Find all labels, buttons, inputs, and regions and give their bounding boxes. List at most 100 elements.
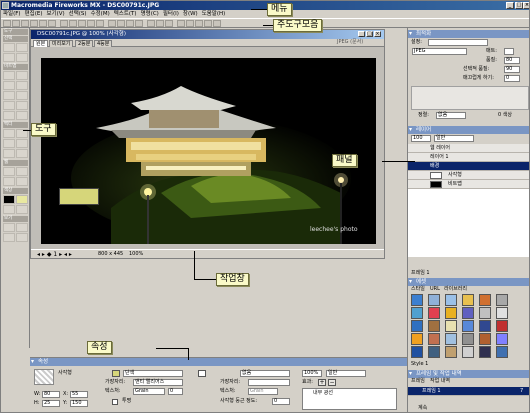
style-swatch[interactable] <box>496 320 508 332</box>
menu-help[interactable]: 도움말(H) <box>200 10 228 18</box>
style-swatch[interactable] <box>479 320 491 332</box>
hand-tool-icon[interactable] <box>3 233 15 242</box>
tab-original[interactable]: 원본 <box>33 40 49 47</box>
doc-minimize-button[interactable]: _ <box>358 31 365 37</box>
tab-styles[interactable]: 스타일 <box>411 286 425 293</box>
flip-vertical-icon[interactable] <box>204 20 212 27</box>
magic-wand-tool-icon[interactable] <box>3 81 15 90</box>
x-input[interactable]: 55 <box>70 391 88 398</box>
style-swatch[interactable] <box>479 333 491 345</box>
selected-rectangle-object[interactable] <box>59 188 99 205</box>
save-icon[interactable] <box>21 20 29 27</box>
lasso-tool-icon[interactable] <box>16 71 28 80</box>
style-swatch[interactable] <box>445 307 457 319</box>
cut-icon[interactable] <box>78 20 86 27</box>
align-icon[interactable] <box>165 20 173 27</box>
new-file-icon[interactable] <box>3 20 11 27</box>
menu-file[interactable]: 파일(F) <box>1 10 23 18</box>
style-swatch[interactable] <box>496 333 508 345</box>
doc-close-button[interactable]: × <box>374 31 381 37</box>
rectangle-tool-icon[interactable] <box>3 139 15 148</box>
fill-color-icon[interactable] <box>16 195 28 204</box>
toolbar-extra-icon[interactable] <box>213 20 221 27</box>
frames-panel-header[interactable]: 프레임 및 작업 내역 <box>408 370 529 378</box>
text-tool-icon[interactable] <box>16 139 28 148</box>
default-colors-icon[interactable] <box>3 205 15 214</box>
layer-opacity-input[interactable]: 100 <box>411 135 431 142</box>
brush-tool-icon[interactable] <box>16 81 28 90</box>
menu-view[interactable]: 보기(V) <box>44 10 66 18</box>
menu-text[interactable]: 텍스트(T) <box>112 10 139 18</box>
layers-panel-header[interactable]: 레이어 <box>408 126 529 134</box>
eyedropper-tool-icon[interactable] <box>3 111 15 120</box>
quality-input[interactable]: 80 <box>504 57 520 64</box>
layer-blend-select[interactable]: 일반 <box>434 135 474 142</box>
sort-select[interactable]: 없음 <box>436 112 466 119</box>
style-swatch[interactable] <box>428 294 440 306</box>
roundness-input[interactable]: 0 <box>272 398 290 405</box>
stroke-color-icon[interactable] <box>3 195 15 204</box>
redo-icon[interactable] <box>69 20 77 27</box>
rotate-right-icon[interactable] <box>186 20 194 27</box>
ungroup-icon[interactable] <box>117 20 125 27</box>
print-icon[interactable] <box>48 20 56 27</box>
edge-select[interactable]: 앤티 앨리어스 <box>133 379 183 386</box>
tab-history[interactable]: 작업 내역 <box>430 378 450 385</box>
tab-frames[interactable]: 프레임 <box>411 378 425 385</box>
style-swatch[interactable] <box>411 346 423 358</box>
w-input[interactable]: 80 <box>42 391 60 398</box>
layer-row[interactable]: 사각형 <box>408 171 529 180</box>
menu-select[interactable]: 선택(S) <box>67 10 89 18</box>
transparent-checkbox[interactable] <box>112 399 118 405</box>
object-blend-select[interactable]: 일반 <box>326 370 366 377</box>
matte-swatch[interactable] <box>504 48 514 55</box>
flip-horizontal-icon[interactable] <box>195 20 203 27</box>
export-icon[interactable] <box>39 20 47 27</box>
h-input[interactable]: 25 <box>42 400 60 407</box>
stroke-type-select[interactable]: 없음 <box>240 370 290 377</box>
eraser-tool-icon[interactable] <box>16 91 28 100</box>
selective-quality-input[interactable]: 90 <box>504 66 520 73</box>
y-input[interactable]: 150 <box>70 400 88 407</box>
join-icon[interactable] <box>126 20 134 27</box>
scale-tool-icon[interactable] <box>3 53 15 62</box>
group-icon[interactable] <box>108 20 116 27</box>
pointer-tool-icon[interactable] <box>3 43 15 52</box>
remove-effect-icon[interactable]: − <box>328 379 336 386</box>
assets-panel-header[interactable]: 에셋 <box>408 278 529 286</box>
menu-edit[interactable]: 편집(E) <box>23 10 45 18</box>
send-back-icon[interactable] <box>156 20 164 27</box>
optimize-panel-header[interactable]: 최적화 <box>408 30 529 38</box>
style-swatch[interactable] <box>428 333 440 345</box>
layer-row[interactable]: 비트맵 <box>408 180 529 189</box>
texture-amount-input[interactable]: 0 <box>168 388 183 395</box>
style-swatch[interactable] <box>445 294 457 306</box>
tab-library[interactable]: 라이브러리 <box>444 286 467 293</box>
style-swatch[interactable] <box>411 307 423 319</box>
blur-tool-icon[interactable] <box>3 101 15 110</box>
undo-icon[interactable] <box>60 20 68 27</box>
style-swatch[interactable] <box>479 294 491 306</box>
photo-canvas[interactable]: leechee's photo <box>41 58 376 244</box>
style-swatch[interactable] <box>428 320 440 332</box>
style-swatch[interactable] <box>445 346 457 358</box>
full-screen-icon[interactable] <box>16 223 28 232</box>
style-swatch[interactable] <box>411 333 423 345</box>
hotspot-tool-icon[interactable] <box>3 167 15 176</box>
slice-tool-icon[interactable] <box>16 167 28 176</box>
copy-icon[interactable] <box>87 20 95 27</box>
zoom-tool-icon[interactable] <box>16 233 28 242</box>
menu-modify[interactable]: 수정(M) <box>89 10 112 18</box>
maximize-button[interactable]: □ <box>515 2 523 9</box>
tab-url[interactable]: URL <box>430 286 440 293</box>
texture-select[interactable]: Grain <box>133 388 165 395</box>
add-effect-icon[interactable]: + <box>318 379 326 386</box>
subselect-tool-icon[interactable] <box>16 43 28 52</box>
open-file-icon[interactable] <box>12 20 20 27</box>
fill-type-select[interactable]: 단색 <box>123 370 183 377</box>
optimize-format-select[interactable]: JPEG <box>412 48 467 55</box>
close-button[interactable]: × <box>523 2 529 9</box>
layer-row[interactable]: 레이어 1 <box>408 153 529 162</box>
style-swatch[interactable] <box>411 320 423 332</box>
optimize-preset-select[interactable] <box>428 39 488 46</box>
